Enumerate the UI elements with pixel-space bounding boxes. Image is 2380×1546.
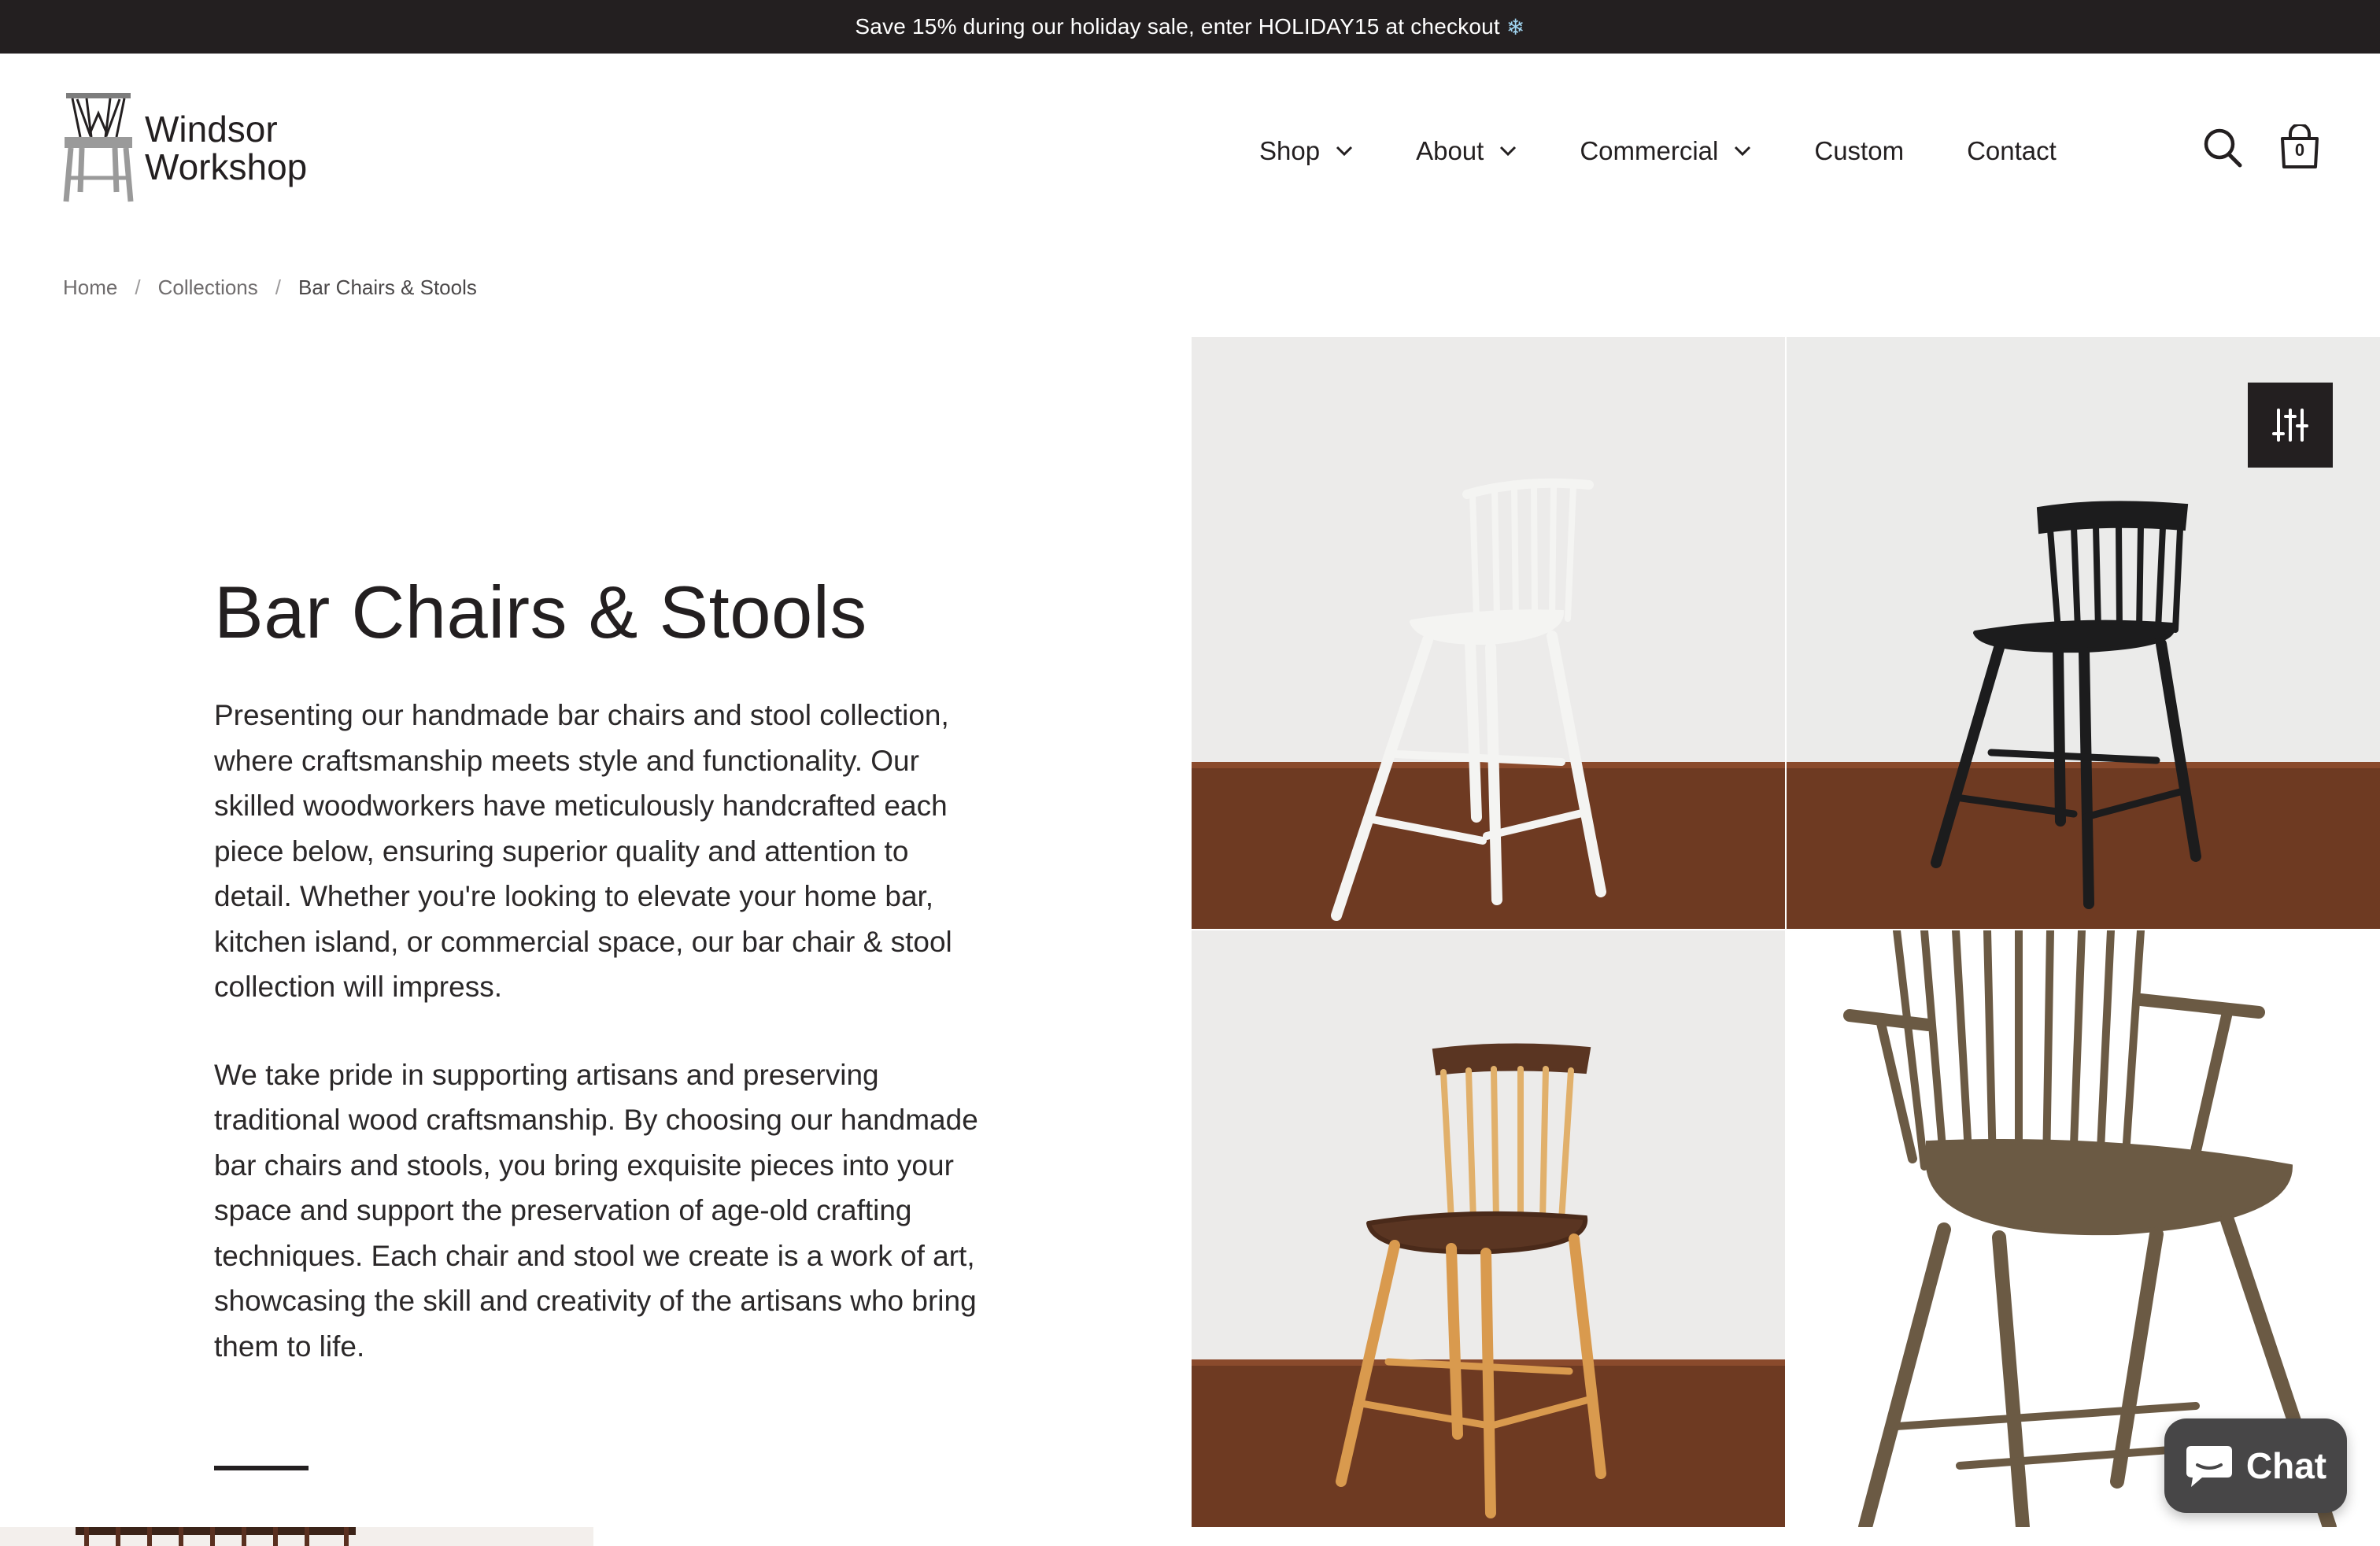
nav-label: Contact: [1967, 136, 2057, 165]
product-image-partial[interactable]: [0, 1527, 593, 1546]
breadcrumb: Home / Collections / Bar Chairs & Stools: [63, 274, 477, 301]
collection-description: Presenting our handmade bar chairs and s…: [214, 699, 952, 1003]
chat-bubble-icon: [2186, 1446, 2232, 1487]
filter-button[interactable]: [2248, 383, 2333, 468]
windsor-chair-logo-icon: [63, 93, 134, 202]
breadcrumb-current: Bar Chairs & Stools: [298, 275, 477, 299]
nav-label: Commercial: [1580, 136, 1719, 165]
chat-button[interactable]: Chat: [2164, 1418, 2347, 1513]
product-image: [1192, 930, 1785, 1527]
nav-item-custom[interactable]: Custom: [1814, 136, 1904, 166]
nav-item-about[interactable]: About: [1416, 136, 1517, 166]
logo-text-line2: Workshop: [145, 146, 308, 187]
breadcrumb-collections[interactable]: Collections: [158, 276, 258, 300]
product-image: [76, 1527, 356, 1546]
chevron-down-icon: [1735, 146, 1751, 157]
main-nav: Shop About Commercial Custom Contact: [1259, 128, 2057, 175]
product-tile-white-bar-stool[interactable]: [1192, 337, 1785, 929]
cart-count-badge: 0: [2294, 140, 2305, 160]
nav-item-commercial[interactable]: Commercial: [1580, 136, 1751, 166]
chevron-down-icon: [1336, 146, 1353, 157]
collection-image-grid: [1192, 337, 2380, 1527]
collection-description: We take pride in supporting artisans and…: [214, 1058, 978, 1363]
snowflake-icon: ❄: [1506, 14, 1525, 39]
chat-label: Chat: [2245, 1445, 2327, 1486]
cart-button[interactable]: 0: [2278, 123, 2322, 170]
search-button[interactable]: [2201, 124, 2245, 170]
site-logo[interactable]: Windsor Workshop: [63, 90, 331, 206]
collection-intro: Bar Chairs & Stools Presenting our handm…: [214, 565, 985, 1369]
nav-label: Custom: [1814, 136, 1905, 165]
nav-label: About: [1416, 136, 1484, 165]
nav-item-contact[interactable]: Contact: [1967, 136, 2057, 166]
filter-sliders-icon: [2272, 409, 2308, 442]
nav-label: Shop: [1259, 136, 1321, 165]
announcement-text: Save 15% during our holiday sale, enter …: [855, 14, 1500, 39]
announcement-bar: Save 15% during our holiday sale, enter …: [0, 0, 2380, 54]
product-tile-walnut-counter-stool[interactable]: [1192, 930, 1785, 1527]
breadcrumb-separator: /: [135, 275, 141, 299]
logo-text-line1: Windsor: [145, 109, 278, 150]
chevron-down-icon: [1500, 146, 1517, 157]
page-title: Bar Chairs & Stools: [214, 571, 867, 653]
search-icon: [2204, 128, 2242, 168]
nav-item-shop[interactable]: Shop: [1259, 136, 1353, 166]
breadcrumb-separator: /: [275, 275, 281, 299]
site-header: Windsor Workshop Shop About Commercial C…: [0, 54, 2380, 239]
divider: [214, 1466, 309, 1470]
product-image: [1192, 337, 1785, 929]
breadcrumb-home[interactable]: Home: [63, 276, 117, 300]
